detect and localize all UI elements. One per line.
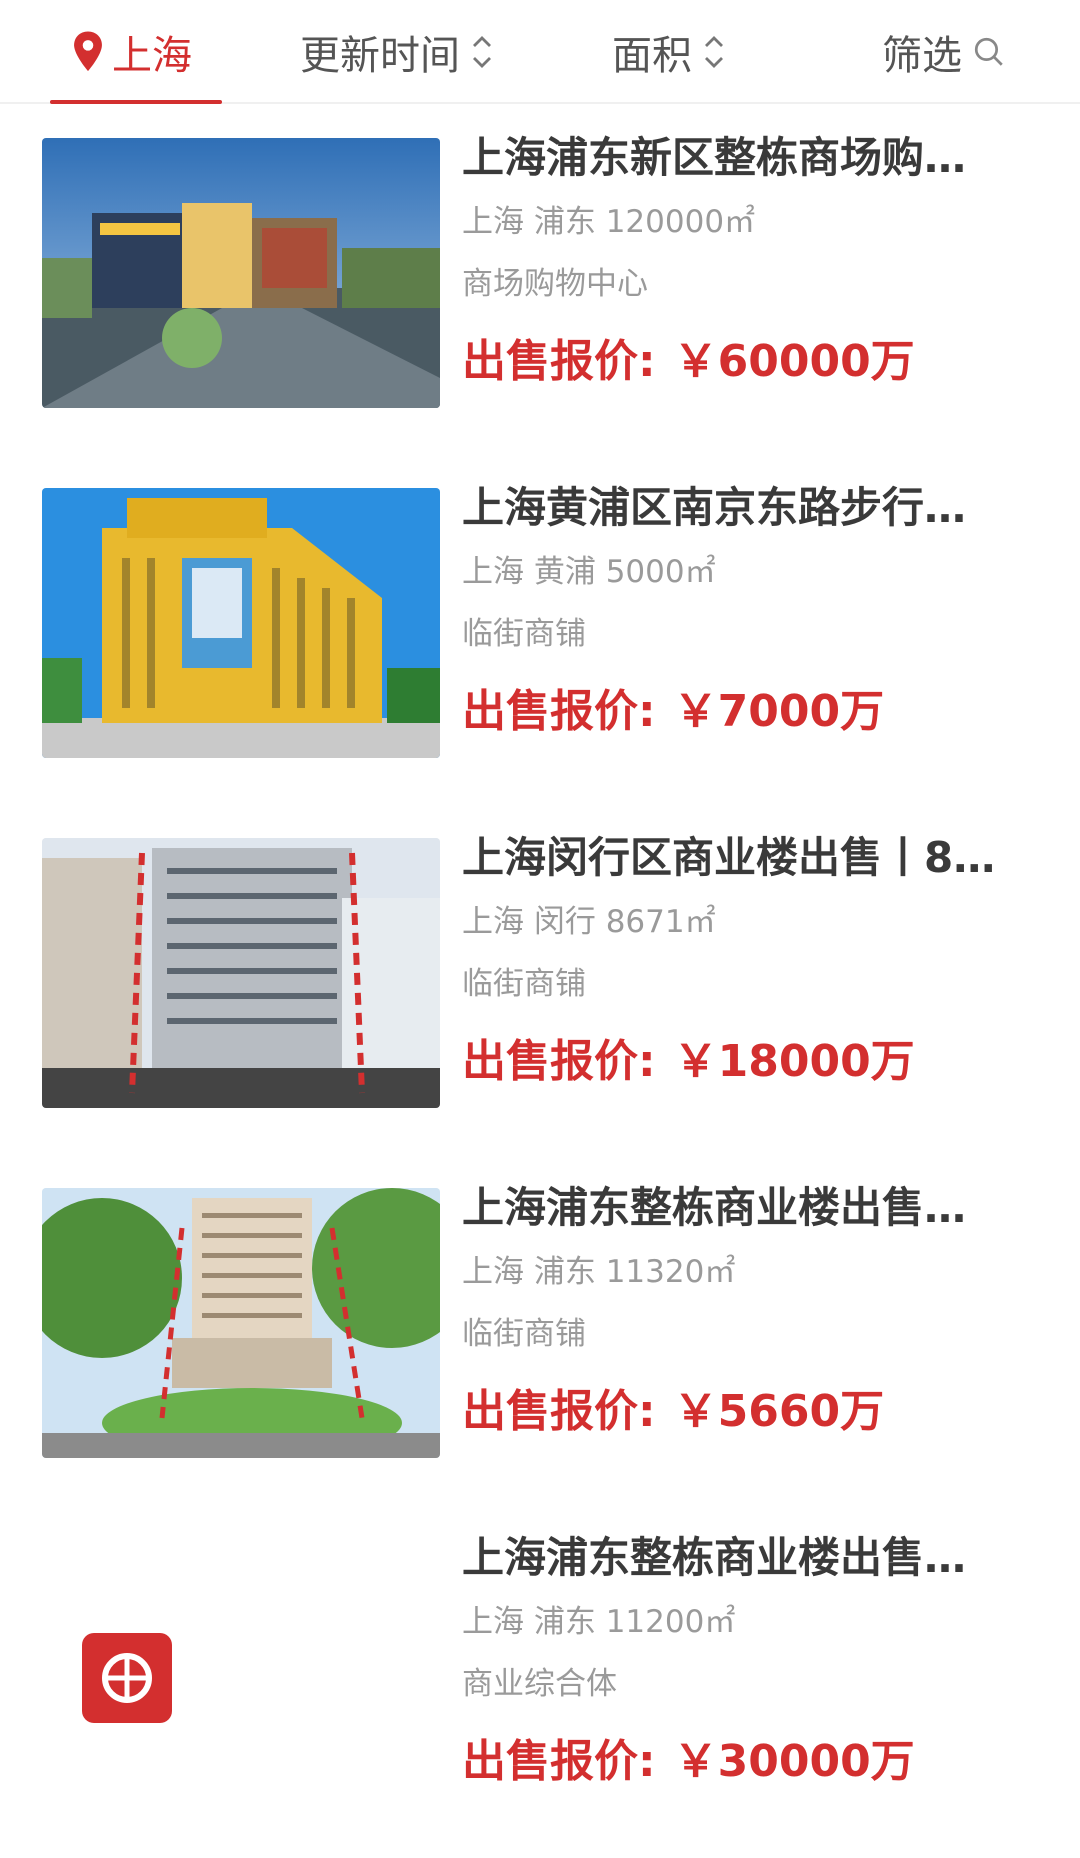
listing-price: 出售报价: ￥30000万	[462, 1732, 1032, 1792]
listing-meta: 上海 浦东 120000㎡	[462, 204, 756, 240]
price-value: ￥5660万	[673, 1386, 885, 1437]
listing-card[interactable]: 上海闵行区商业楼出售丨8… 上海 闵行 8671㎡ 临街商铺 出售报价: ￥180…	[0, 804, 1080, 1154]
price-label: 出售报价:	[462, 336, 656, 387]
listing-price: 出售报价: ￥18000万	[462, 1032, 1032, 1092]
listing-price: 出售报价: ￥7000万	[462, 682, 1032, 742]
filter-label: 筛选	[882, 33, 962, 79]
listing-title[interactable]: 上海浦东整栋商业楼出售…	[462, 1528, 1032, 1588]
listing-meta: 上海 浦东 11320㎡	[462, 1254, 736, 1290]
listing-category: 临街商铺	[462, 966, 586, 1002]
location-pin-icon	[74, 31, 102, 72]
listing-title[interactable]: 上海浦东整栋商业楼出售…	[462, 1178, 1032, 1238]
city-filter[interactable]: 上海	[70, 0, 192, 104]
listing-photo	[42, 1188, 440, 1458]
filter-button[interactable]: 筛选	[882, 0, 1006, 104]
listing-photo	[42, 488, 440, 758]
listing-info: 上海浦东整栋商业楼出售… 上海 浦东 11320㎡ 临街商铺 出售报价: ￥566…	[462, 1178, 1032, 1442]
price-label: 出售报价:	[462, 1386, 656, 1437]
listing-photo	[42, 838, 440, 1108]
listing-category: 临街商铺	[462, 1316, 586, 1352]
listing-card[interactable]: 上海浦东整栋商业楼出售… 上海 浦东 11320㎡ 临街商铺 出售报价: ￥566…	[0, 1154, 1080, 1504]
listing-card[interactable]: 上海浦东新区整栋商场购… 上海 浦东 120000㎡ 商场购物中心 出售报价: ￥…	[0, 104, 1080, 454]
city-label: 上海	[112, 33, 192, 79]
listing-info: 上海黄浦区南京东路步行… 上海 黄浦 5000㎡ 临街商铺 出售报价: ￥7000…	[462, 478, 1032, 742]
price-value: ￥18000万	[673, 1036, 915, 1087]
listing-title[interactable]: 上海浦东新区整栋商场购…	[462, 128, 1032, 188]
price-label: 出售报价:	[462, 686, 656, 737]
listing-category: 临街商铺	[462, 616, 586, 652]
search-icon	[974, 37, 1003, 66]
update-time-label: 更新时间	[300, 33, 460, 79]
listing-photo	[42, 138, 440, 408]
listing-info: 上海浦东新区整栋商场购… 上海 浦东 120000㎡ 商场购物中心 出售报价: ￥…	[462, 128, 1032, 392]
listing-price: 出售报价: ￥5660万	[462, 1382, 1032, 1442]
area-label: 面积	[612, 33, 692, 79]
sort-by-area[interactable]: 面积	[612, 0, 726, 104]
listing-price: 出售报价: ￥60000万	[462, 332, 1032, 392]
sort-by-update-time[interactable]: 更新时间	[300, 0, 494, 104]
price-value: ￥60000万	[673, 336, 915, 387]
listing-card[interactable]: 上海浦东整栋商业楼出售… 上海 浦东 11200㎡ 商业综合体 出售报价: ￥30…	[0, 1504, 1080, 1854]
listing-category: 商业综合体	[462, 1666, 617, 1702]
sort-icon	[705, 36, 723, 68]
listing-title[interactable]: 上海闵行区商业楼出售丨8…	[462, 828, 1032, 888]
listing-info: 上海闵行区商业楼出售丨8… 上海 闵行 8671㎡ 临街商铺 出售报价: ￥180…	[462, 828, 1032, 1092]
listing-info: 上海浦东整栋商业楼出售… 上海 浦东 11200㎡ 商业综合体 出售报价: ￥30…	[462, 1528, 1032, 1792]
listing-meta: 上海 黄浦 5000㎡	[462, 554, 716, 590]
listing-card[interactable]: 上海黄浦区南京东路步行… 上海 黄浦 5000㎡ 临街商铺 出售报价: ￥7000…	[0, 454, 1080, 804]
price-label: 出售报价:	[462, 1036, 656, 1087]
price-value: ￥7000万	[673, 686, 885, 737]
price-label: 出售报价:	[462, 1736, 656, 1787]
price-value: ￥30000万	[673, 1736, 915, 1787]
listing-photo	[42, 1538, 440, 1808]
listing-title[interactable]: 上海黄浦区南京东路步行…	[462, 478, 1032, 538]
listing-category: 商场购物中心	[462, 266, 648, 302]
listing-meta: 上海 闵行 8671㎡	[462, 904, 716, 940]
filter-bar: 上海 更新时间 面积 筛选	[0, 0, 1080, 104]
sort-icon	[473, 36, 491, 68]
listing-meta: 上海 浦东 11200㎡	[462, 1604, 736, 1640]
